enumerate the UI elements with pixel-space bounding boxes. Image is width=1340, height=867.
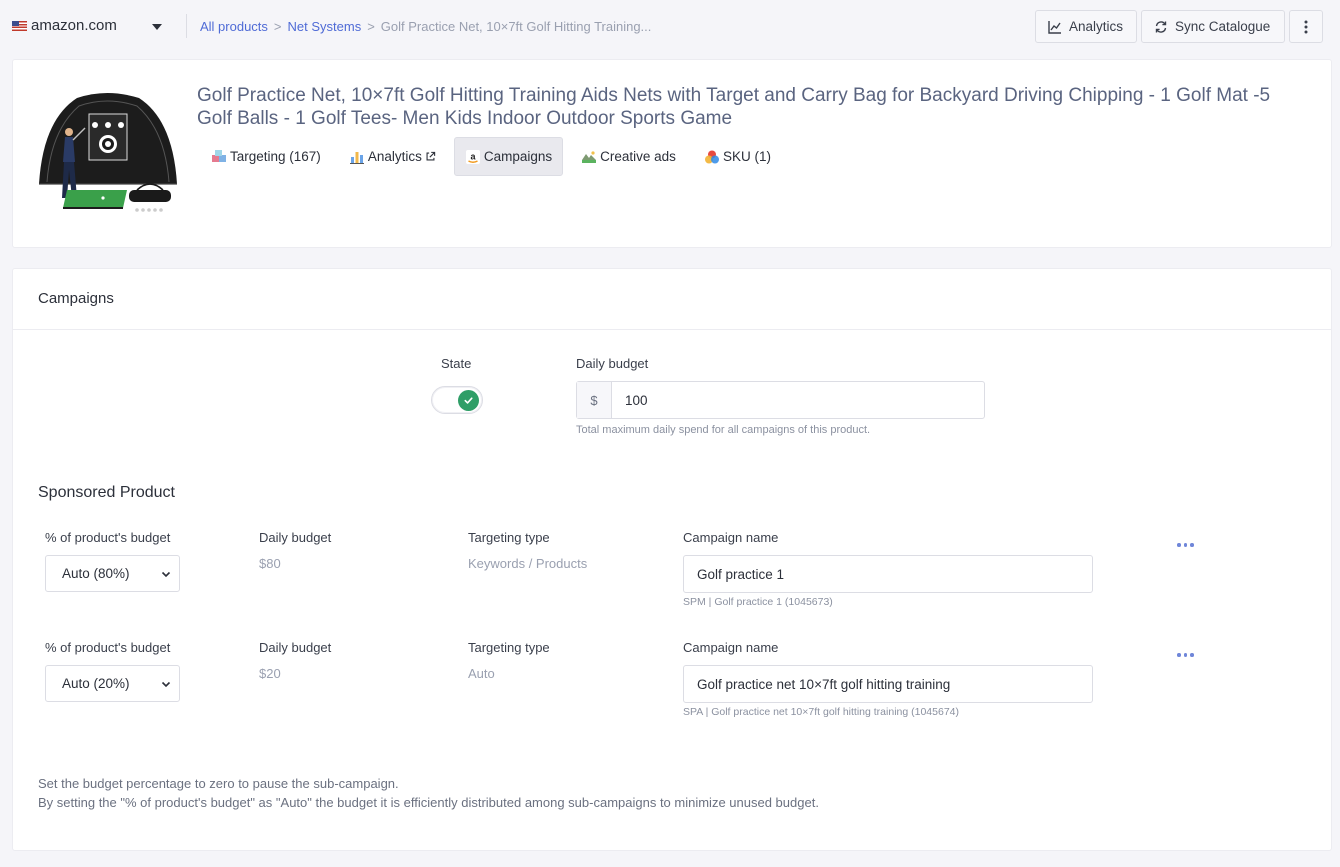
check-icon — [464, 397, 473, 404]
dot — [1183, 543, 1187, 547]
pct-budget-value: Auto (80%) — [62, 566, 130, 581]
pct-budget-label: % of product's budget — [45, 640, 171, 655]
pct-budget-select[interactable]: Auto (80%) — [45, 555, 180, 592]
sub-daily-budget-value: $80 — [259, 556, 281, 571]
tab-campaigns-label: Campaigns — [483, 149, 553, 164]
daily-budget-hint: Total maximum daily spend for all campai… — [576, 424, 871, 436]
targeting-type-label: Targeting type — [468, 530, 550, 545]
breadcrumb: All products > Net Systems > Golf Practi… — [200, 19, 651, 34]
tab-analytics-label: Analytics — [367, 149, 422, 164]
campaign-name-hint: SPA | Golf practice net 10×7ft golf hitt… — [683, 706, 959, 718]
product-image[interactable] — [37, 90, 179, 214]
chevron-down-icon — [161, 571, 171, 578]
divider — [186, 14, 187, 38]
campaign-name-hint: SPM | Golf practice 1 (1045673) — [683, 596, 833, 608]
targeting-type-value: Auto — [468, 666, 495, 681]
chevron-down-icon — [161, 681, 171, 688]
breadcrumb-separator: > — [273, 19, 282, 34]
circles-icon — [704, 150, 719, 163]
targeting-type-value: Keywords / Products — [468, 556, 588, 571]
campaigns-header: Campaigns — [13, 269, 1331, 330]
pct-budget-value: Auto (20%) — [62, 676, 130, 691]
tab-sku-label: SKU (1) — [722, 149, 771, 164]
us-flag-icon — [12, 20, 27, 31]
line-chart-icon — [1048, 20, 1061, 34]
state-label: State — [441, 356, 472, 371]
analytics-button-label: Analytics — [1069, 19, 1124, 34]
tab-creative-ads-label: Creative ads — [600, 149, 676, 164]
tab-targeting-label: Targeting (167) — [230, 149, 321, 164]
dot — [1177, 543, 1181, 547]
daily-budget-field: $ — [576, 381, 985, 419]
analytics-button[interactable]: Analytics — [1035, 10, 1137, 43]
currency-addon: $ — [577, 382, 612, 418]
tab-campaigns[interactable]: a Campaigns — [453, 137, 564, 176]
footnote-auto: By setting the "% of product's budget" a… — [38, 795, 819, 810]
pct-budget-label: % of product's budget — [45, 530, 171, 545]
tab-targeting[interactable]: Targeting (167) — [201, 137, 331, 176]
product-title: Golf Practice Net, 10×7ft Golf Hitting T… — [197, 85, 1271, 129]
tab-creative-ads[interactable]: Creative ads — [571, 137, 686, 176]
campaigns-title: Campaigns — [38, 290, 114, 307]
footnote-pause: Set the budget percentage to zero to pau… — [38, 776, 399, 791]
breadcrumb-all-products[interactable]: All products — [200, 19, 268, 34]
targeting-icon — [212, 149, 226, 162]
sub-daily-budget-label: Daily budget — [259, 640, 332, 655]
top-bar: amazon.com All products > Net Systems > … — [0, 0, 1340, 52]
dot — [1190, 653, 1194, 657]
toggle-knob — [458, 390, 479, 411]
breadcrumb-brand[interactable]: Net Systems — [288, 19, 362, 34]
dot — [1177, 653, 1181, 657]
sync-button-label: Sync Catalogue — [1175, 19, 1271, 34]
breadcrumb-current: Golf Practice Net, 10×7ft Golf Hitting T… — [380, 19, 652, 34]
sub-daily-budget-label: Daily budget — [259, 530, 332, 545]
bar-chart-icon — [349, 151, 364, 164]
store-name: amazon.com — [31, 17, 117, 34]
product-tabs: Targeting (167) Analytics a Campaigns Cr… — [201, 137, 789, 176]
row-actions-button[interactable] — [1173, 539, 1198, 551]
dot — [1183, 653, 1187, 657]
daily-budget-input[interactable] — [612, 382, 984, 418]
product-card: Golf Practice Net, 10×7ft Golf Hitting T… — [12, 59, 1332, 248]
sponsored-product-title: Sponsored Product — [38, 484, 175, 501]
sync-catalogue-button[interactable]: Sync Catalogue — [1141, 10, 1285, 43]
state-toggle[interactable] — [431, 386, 483, 414]
row-actions-button[interactable] — [1173, 649, 1198, 661]
external-link-icon — [426, 151, 436, 161]
store-selector[interactable]: amazon.com — [12, 17, 117, 34]
tab-analytics[interactable]: Analytics — [339, 137, 446, 176]
amazon-icon: a — [465, 149, 480, 164]
campaigns-card: Campaigns State Daily budget $ Total max… — [12, 268, 1332, 851]
daily-budget-label: Daily budget — [576, 356, 649, 371]
campaign-name-label: Campaign name — [683, 640, 779, 655]
vertical-dots-icon — [1304, 20, 1308, 33]
tab-sku[interactable]: SKU (1) — [694, 137, 781, 176]
caret-down-icon[interactable] — [152, 24, 162, 30]
breadcrumb-separator: > — [367, 19, 375, 34]
pct-budget-select[interactable]: Auto (20%) — [45, 665, 180, 702]
landscape-icon — [582, 150, 597, 163]
dot — [1190, 543, 1194, 547]
campaign-name-input[interactable] — [683, 555, 1093, 593]
campaign-name-input[interactable] — [683, 665, 1093, 703]
sync-icon — [1155, 20, 1167, 33]
campaign-name-label: Campaign name — [683, 530, 779, 545]
targeting-type-label: Targeting type — [468, 640, 550, 655]
sub-daily-budget-value: $20 — [259, 666, 281, 681]
more-options-button[interactable] — [1289, 10, 1323, 43]
